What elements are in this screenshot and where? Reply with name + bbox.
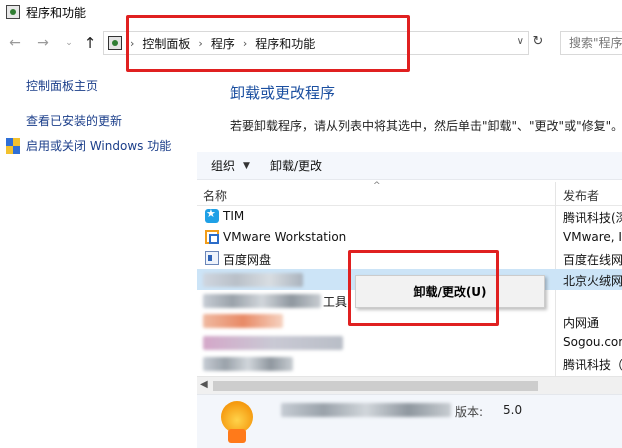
breadcrumb-programs[interactable]: 程序 [211,35,235,52]
table-row[interactable]: VMware Workstation VMware, Inc. [197,227,622,248]
command-bar: 组织 ▼ 卸载/更改 [197,152,622,180]
scrollbar-thumb[interactable] [213,381,538,391]
selected-program-logo-icon [219,401,255,445]
uninstall-change-button[interactable]: 卸载/更改 [270,157,322,174]
breadcrumb-separator-icon[interactable]: › [130,37,134,50]
program-publisher: 内网通 [563,316,600,330]
context-menu: 卸载/更改(U) [355,275,545,308]
uac-shield-icon [6,137,20,154]
page-description: 若要卸载程序，请从列表中将其选中，然后单击"卸载"、"更改"或"修复"。 [230,119,622,133]
column-name[interactable]: 名称 [203,187,227,204]
horizontal-scrollbar[interactable]: ◀ [197,376,622,394]
windows-features-link[interactable]: 启用或关闭 Windows 功能 [6,137,171,154]
context-menu-uninstall-change[interactable]: 卸载/更改(U) [359,279,541,304]
details-pane: 版本: 5.0 [197,394,622,448]
program-name: VMware Workstation [223,230,347,244]
baidu-netdisk-icon [205,251,219,265]
tim-icon [205,207,219,223]
program-publisher: 腾讯科技(深圳)有限公司 [563,211,622,225]
table-row[interactable]: 百度网盘 百度在线网络技术 [197,248,622,269]
windows-features-label: 启用或关闭 Windows 功能 [26,139,172,153]
address-bar[interactable]: › 控制面板 › 程序 › 程序和功能 ∨ [103,31,529,55]
blurred-program-name [203,314,283,328]
blurred-program-name [203,357,293,371]
blurred-program-name [203,294,321,308]
column-publisher[interactable]: 发布者 [563,187,599,204]
up-arrow-icon[interactable]: ↑ [81,34,99,52]
version-value: 5.0 [503,403,523,417]
control-panel-icon [108,36,122,50]
program-publisher: 百度在线网络技术 [563,253,622,267]
breadcrumb-separator-icon[interactable]: › [243,37,247,50]
chevron-down-icon[interactable]: ∨ [517,36,524,47]
organize-label: 组织 [211,159,236,173]
program-name: 百度网盘 [223,253,272,267]
program-publisher: 腾讯科技（深圳） [563,358,622,372]
program-name: TIM [223,209,245,223]
caret-down-icon: ▼ [243,160,250,171]
scroll-left-arrow-icon[interactable]: ◀ [200,379,208,390]
column-header: 名称 发布者 [197,182,622,382]
address-row: ← → ⌄ ↑ › 控制面板 › 程序 › 程序和功能 ∨ ↻ 搜索"程序和功能… [0,28,622,58]
table-row[interactable]: 内网通 [197,311,622,332]
control-panel-icon [6,5,20,19]
title-bar: 程序和功能 [0,0,622,24]
control-panel-home-link[interactable]: 控制面板主页 [26,77,98,94]
page-title: 卸载或更改程序 [230,84,336,102]
recent-locations-chevron-icon[interactable]: ⌄ [60,34,78,52]
forward-arrow-icon[interactable]: → [34,34,52,52]
vmware-icon [205,230,219,244]
breadcrumb-control-panel[interactable]: 控制面板 [142,35,190,52]
blurred-program-name [203,273,303,287]
view-installed-updates-link[interactable]: 查看已安装的更新 [26,112,122,129]
program-name: 工具 [323,295,348,309]
table-row[interactable]: Sogou.com [197,332,622,353]
window-title: 程序和功能 [26,5,87,20]
blurred-program-name [203,336,343,350]
search-input[interactable]: 搜索"程序和功能" [560,31,622,55]
refresh-icon[interactable]: ↻ [530,34,546,52]
breadcrumb-programs-and-features[interactable]: 程序和功能 [255,35,315,52]
version-label: 版本: [455,405,484,419]
program-publisher: Sogou.com [563,335,622,349]
table-row[interactable]: 腾讯科技（深圳） [197,353,622,374]
program-publisher: VMware, Inc. [563,230,622,244]
program-publisher: 北京火绒网络科技 [563,274,622,288]
blurred-publisher-detail [281,403,451,417]
organize-button[interactable]: 组织 ▼ [211,157,250,174]
table-row[interactable]: TIM 腾讯科技(深圳)有限公司 [197,206,622,227]
breadcrumb-separator-icon[interactable]: › [198,37,202,50]
back-arrow-icon[interactable]: ← [6,34,24,52]
